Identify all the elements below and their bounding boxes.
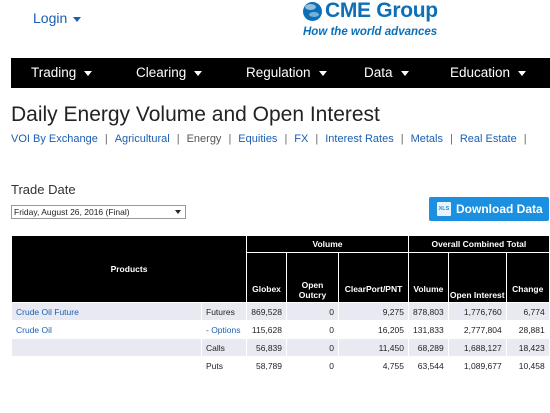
cell-volume: 63,544 bbox=[408, 356, 449, 375]
cell-open-outcry: 0 bbox=[286, 302, 339, 321]
options-link[interactable]: - Options bbox=[201, 320, 247, 339]
subnav-metals[interactable]: Metals bbox=[411, 133, 443, 145]
cell-open-outcry: 0 bbox=[286, 338, 339, 357]
product-type: Futures bbox=[201, 302, 247, 321]
products-header: Products bbox=[11, 235, 247, 303]
xls-file-icon: XLS bbox=[437, 202, 451, 216]
subnav-voi-by-exchange[interactable]: VOI By Exchange bbox=[11, 133, 98, 145]
subnav-energy-current: Energy bbox=[186, 133, 222, 145]
cell-clearport: 16,205 bbox=[338, 320, 409, 339]
nav-item-trading[interactable]: Trading bbox=[11, 58, 116, 88]
col-header-open-interest: Open Interest bbox=[447, 252, 507, 303]
cme-group-logo[interactable]: CME Group How the world advances bbox=[303, 0, 453, 38]
subnav-real-estate[interactable]: Real Estate bbox=[460, 133, 517, 145]
col-header-clearport: ClearPort/PNT bbox=[338, 252, 409, 303]
cell-clearport: 9,275 bbox=[338, 302, 409, 321]
subnav-interest-rates[interactable]: Interest Rates bbox=[325, 133, 393, 145]
col-header-globex: Globex bbox=[246, 252, 287, 303]
chevron-down-icon bbox=[194, 70, 203, 76]
subnav-agricultural[interactable]: Agricultural bbox=[115, 133, 170, 145]
cell-volume: 131,833 bbox=[408, 320, 449, 339]
page-title: Daily Energy Volume and Open Interest bbox=[11, 103, 380, 126]
login-label: Login bbox=[33, 10, 68, 26]
nav-item-education[interactable]: Education bbox=[430, 58, 550, 88]
nav-item-regulation[interactable]: Regulation bbox=[226, 58, 344, 88]
subnav-fx[interactable]: FX bbox=[294, 133, 308, 145]
subnav-separator: | bbox=[228, 133, 232, 145]
nav-item-label: Regulation bbox=[246, 65, 311, 80]
cell-change: 10,458 bbox=[505, 356, 550, 375]
cell-change: 18,423 bbox=[505, 338, 550, 357]
cell-change: 28,881 bbox=[505, 320, 550, 339]
cell-globex: 869,528 bbox=[246, 302, 287, 321]
nav-item-label: Trading bbox=[31, 65, 77, 80]
cell-open-interest: 2,777,804 bbox=[447, 320, 507, 339]
cell-globex: 58,789 bbox=[246, 356, 287, 375]
subnav-separator: | bbox=[523, 133, 527, 145]
login-button[interactable]: Login bbox=[33, 10, 82, 26]
subnav-separator: | bbox=[449, 133, 453, 145]
product-name bbox=[11, 338, 202, 357]
col-header-volume: Volume bbox=[408, 252, 449, 303]
cell-open-outcry: 0 bbox=[286, 356, 339, 375]
cell-open-outcry: 0 bbox=[286, 320, 339, 339]
nav-item-label: Education bbox=[450, 65, 511, 80]
nav-item-label: Clearing bbox=[136, 65, 187, 80]
download-data-label: Download Data bbox=[456, 202, 543, 216]
subnav-separator: | bbox=[400, 133, 404, 145]
table-row: Calls 56,839 0 11,450 68,289 1,688,127 1… bbox=[11, 338, 550, 357]
combined-total-header: Overall Combined Total bbox=[408, 235, 550, 253]
trade-date-label: Trade Date bbox=[11, 182, 76, 197]
col-header-change: Change bbox=[505, 252, 550, 303]
logo-text: CME Group bbox=[325, 0, 438, 22]
product-link-crude-oil[interactable]: Crude Oil bbox=[11, 320, 202, 339]
nav-item-label: Data bbox=[364, 65, 393, 80]
cell-clearport: 4,755 bbox=[338, 356, 409, 375]
cell-volume: 68,289 bbox=[408, 338, 449, 357]
chevron-down-icon bbox=[518, 70, 527, 76]
main-nav: Trading Clearing Regulation Data Educati… bbox=[11, 58, 550, 88]
table-row: Crude Oil Future Futures 869,528 0 9,275… bbox=[11, 302, 550, 321]
dropdown-arrow-icon bbox=[175, 210, 181, 214]
subnav-equities[interactable]: Equities bbox=[238, 133, 277, 145]
cell-open-interest: 1,688,127 bbox=[447, 338, 507, 357]
cell-open-interest: 1,089,677 bbox=[447, 356, 507, 375]
cell-clearport: 11,450 bbox=[338, 338, 409, 357]
logo-tagline: How the world advances bbox=[303, 26, 438, 38]
col-header-open-outcry: Open Outcry bbox=[286, 252, 339, 303]
cell-open-interest: 1,776,760 bbox=[447, 302, 507, 321]
product-type: Calls bbox=[201, 338, 247, 357]
product-type: Puts bbox=[201, 356, 247, 375]
subnav-separator: | bbox=[176, 133, 180, 145]
chevron-down-icon bbox=[318, 70, 327, 76]
cell-change: 6,774 bbox=[505, 302, 550, 321]
trade-date-value: Friday, August 26, 2016 (Final) bbox=[14, 207, 130, 217]
globe-logo-icon bbox=[303, 1, 322, 21]
subnav-separator: | bbox=[104, 133, 108, 145]
sub-navigation: VOI By Exchange | Agricultural | Energy | Equi… bbox=[11, 133, 534, 145]
nav-item-clearing[interactable]: Clearing bbox=[116, 58, 226, 88]
download-data-button[interactable]: XLS Download Data bbox=[429, 197, 549, 221]
volume-header: Volume bbox=[246, 235, 409, 253]
subnav-separator: | bbox=[315, 133, 319, 145]
chevron-down-icon bbox=[73, 16, 82, 22]
cell-globex: 56,839 bbox=[246, 338, 287, 357]
product-name bbox=[11, 356, 202, 375]
table-row: Puts 58,789 0 4,755 63,544 1,089,677 10,… bbox=[11, 356, 550, 375]
chevron-down-icon bbox=[84, 70, 93, 76]
subnav-separator: | bbox=[284, 133, 288, 145]
trade-date-select[interactable]: Friday, August 26, 2016 (Final) bbox=[11, 205, 186, 219]
cell-globex: 115,628 bbox=[246, 320, 287, 339]
chevron-down-icon bbox=[400, 70, 409, 76]
table-row: Crude Oil - Options 115,628 0 16,205 131… bbox=[11, 320, 550, 339]
top-header: Login CME Group How the world advances bbox=[0, 0, 550, 58]
cell-volume: 878,803 bbox=[408, 302, 449, 321]
nav-item-data[interactable]: Data bbox=[344, 58, 430, 88]
volume-table: Products Volume Overall Combined Total G… bbox=[11, 235, 550, 375]
product-link-crude-oil-future[interactable]: Crude Oil Future bbox=[11, 302, 202, 321]
